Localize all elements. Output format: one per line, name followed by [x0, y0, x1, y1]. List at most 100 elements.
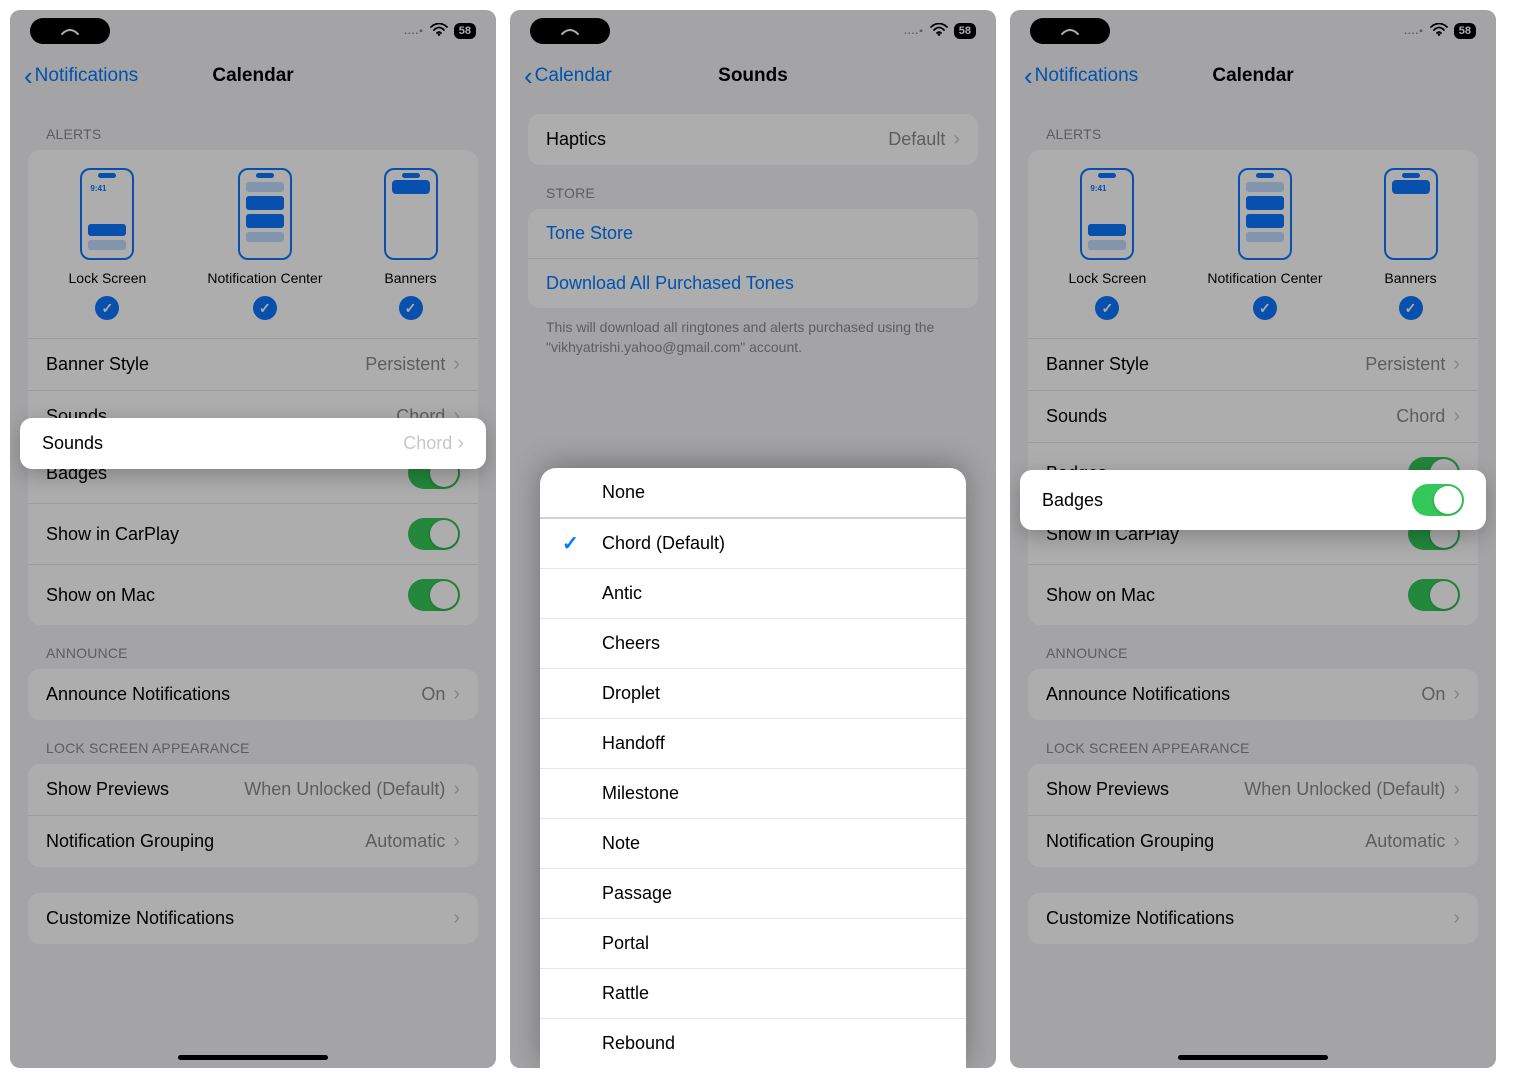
row-value: Chord: [403, 433, 452, 453]
link-download-all[interactable]: Download All Purchased Tones: [528, 258, 978, 308]
alert-preview-notificationcenter[interactable]: Notification Center ✓: [207, 168, 322, 320]
home-indicator[interactable]: [178, 1055, 328, 1060]
check-icon: ✓: [1253, 296, 1277, 320]
row-customize-notifications[interactable]: Customize Notifications ›: [1028, 893, 1478, 944]
check-icon: ✓: [1095, 296, 1119, 320]
row-sounds[interactable]: Sounds Chord›: [1028, 390, 1478, 442]
sound-option[interactable]: None: [540, 468, 966, 517]
screen-2: ....▪ 58 ‹ Calendar Sounds Haptics Defau…: [510, 10, 996, 1068]
chevron-right-icon: ›: [1453, 405, 1460, 428]
row-label: Haptics: [546, 129, 606, 150]
row-show-on-mac[interactable]: Show on Mac: [28, 564, 478, 625]
sound-option[interactable]: Rebound: [540, 1018, 966, 1068]
sound-option[interactable]: Portal: [540, 918, 966, 968]
sound-option[interactable]: Note: [540, 818, 966, 868]
chevron-right-icon: ›: [1453, 353, 1460, 376]
notificationcenter-preview-icon: [1238, 168, 1292, 260]
row-value: When Unlocked (Default): [1244, 779, 1445, 800]
alert-preview-label: Notification Center: [207, 270, 322, 286]
toggle-badges[interactable]: [1412, 484, 1464, 516]
content-scroll[interactable]: ALERTS 9:41 Lock Screen ✓ Notification C…: [1010, 100, 1496, 1068]
download-note: This will download all ringtones and ale…: [528, 308, 978, 357]
chevron-right-icon: ›: [1453, 830, 1460, 853]
alert-preview-lockscreen[interactable]: 9:41 Lock Screen ✓: [69, 168, 147, 320]
highlight-row-sounds[interactable]: Sounds Chord ›: [20, 418, 486, 469]
row-label: Customize Notifications: [1046, 908, 1234, 929]
alert-preview-label: Banners: [1384, 270, 1436, 286]
back-button[interactable]: ‹ Notifications: [1024, 63, 1138, 89]
chevron-left-icon: ‹: [524, 63, 533, 89]
screen-1: ....▪ 58 ‹ Notifications Calendar ALERTS…: [10, 10, 496, 1068]
battery-icon: 58: [1454, 23, 1476, 39]
alert-preview-label: Lock Screen: [1069, 270, 1147, 286]
sound-option[interactable]: Antic: [540, 568, 966, 618]
row-announce[interactable]: Announce Notifications On›: [1028, 669, 1478, 720]
row-haptics[interactable]: Haptics Default›: [528, 114, 978, 165]
back-button[interactable]: ‹ Notifications: [24, 63, 138, 89]
alert-preview-notificationcenter[interactable]: Notification Center ✓: [1207, 168, 1322, 320]
toggle-carplay[interactable]: [408, 518, 460, 550]
cellular-icon: ....▪: [1404, 26, 1424, 37]
row-label: Banner Style: [1046, 354, 1149, 375]
toggle-mac[interactable]: [408, 579, 460, 611]
sound-option[interactable]: ✓Chord (Default): [540, 517, 966, 568]
chevron-right-icon: ›: [453, 778, 460, 801]
alert-preview-lockscreen[interactable]: 9:41 Lock Screen ✓: [1069, 168, 1147, 320]
row-customize-notifications[interactable]: Customize Notifications ›: [28, 893, 478, 944]
dynamic-island: [30, 18, 110, 44]
row-value: Persistent: [365, 354, 445, 375]
alert-preview-label: Banners: [384, 270, 436, 286]
sound-option-label: Passage: [602, 883, 672, 904]
back-label: Notifications: [35, 65, 139, 87]
row-carplay[interactable]: Show in CarPlay: [28, 503, 478, 564]
nav-bar: ‹ Notifications Calendar: [10, 52, 496, 100]
check-icon: ✓: [399, 296, 423, 320]
sound-option-label: Note: [602, 833, 640, 854]
dynamic-island: [1030, 18, 1110, 44]
row-label: Announce Notifications: [46, 684, 230, 705]
row-label: Sounds: [42, 433, 103, 454]
row-banner-style[interactable]: Banner Style Persistent›: [1028, 338, 1478, 390]
sound-list[interactable]: None✓Chord (Default)Antic Cheers Droplet Ha…: [540, 468, 966, 1068]
notificationcenter-preview-icon: [238, 168, 292, 260]
sound-option-label: Handoff: [602, 733, 665, 754]
content-scroll[interactable]: ALERTS 9:41 Lock Screen ✓ Notification C…: [10, 100, 496, 1068]
section-header-lockappearance: LOCK SCREEN APPEARANCE: [1028, 720, 1478, 764]
row-show-previews[interactable]: Show Previews When Unlocked (Default)›: [1028, 764, 1478, 815]
sound-option-label: Cheers: [602, 633, 660, 654]
battery-icon: 58: [954, 23, 976, 39]
row-banner-style[interactable]: Banner Style Persistent›: [28, 338, 478, 390]
row-label: Badges: [1042, 490, 1103, 511]
link-tone-store[interactable]: Tone Store: [528, 209, 978, 258]
alert-preview-banners[interactable]: Banners ✓: [1384, 168, 1438, 320]
sound-option[interactable]: Rattle: [540, 968, 966, 1018]
row-show-on-mac[interactable]: Show on Mac: [1028, 564, 1478, 625]
sound-option-label: Portal: [602, 933, 649, 954]
check-icon: ✓: [253, 296, 277, 320]
row-label: Sounds: [1046, 406, 1107, 427]
sound-option[interactable]: Droplet: [540, 668, 966, 718]
sound-option[interactable]: Handoff: [540, 718, 966, 768]
sound-option[interactable]: Milestone: [540, 768, 966, 818]
toggle-mac[interactable]: [1408, 579, 1460, 611]
row-label: Notification Grouping: [46, 831, 214, 852]
sound-option-label: Milestone: [602, 783, 679, 804]
home-indicator[interactable]: [1178, 1055, 1328, 1060]
sound-option[interactable]: Passage: [540, 868, 966, 918]
chevron-right-icon: ›: [457, 432, 464, 454]
row-label: Show on Mac: [46, 585, 155, 606]
row-notification-grouping[interactable]: Notification Grouping Automatic›: [1028, 815, 1478, 867]
nav-bar: ‹ Calendar Sounds: [510, 52, 996, 100]
row-announce[interactable]: Announce Notifications On›: [28, 669, 478, 720]
highlight-row-badges[interactable]: Badges: [1020, 470, 1486, 530]
sound-option[interactable]: Cheers: [540, 618, 966, 668]
row-show-previews[interactable]: Show Previews When Unlocked (Default)›: [28, 764, 478, 815]
chevron-right-icon: ›: [1453, 907, 1460, 930]
lockscreen-preview-icon: 9:41: [80, 168, 134, 260]
wifi-icon: [930, 23, 948, 39]
back-button[interactable]: ‹ Calendar: [524, 63, 612, 89]
row-notification-grouping[interactable]: Notification Grouping Automatic›: [28, 815, 478, 867]
status-bar: ....▪ 58: [510, 10, 996, 52]
row-label: Show in CarPlay: [46, 524, 179, 545]
alert-preview-banners[interactable]: Banners ✓: [384, 168, 438, 320]
